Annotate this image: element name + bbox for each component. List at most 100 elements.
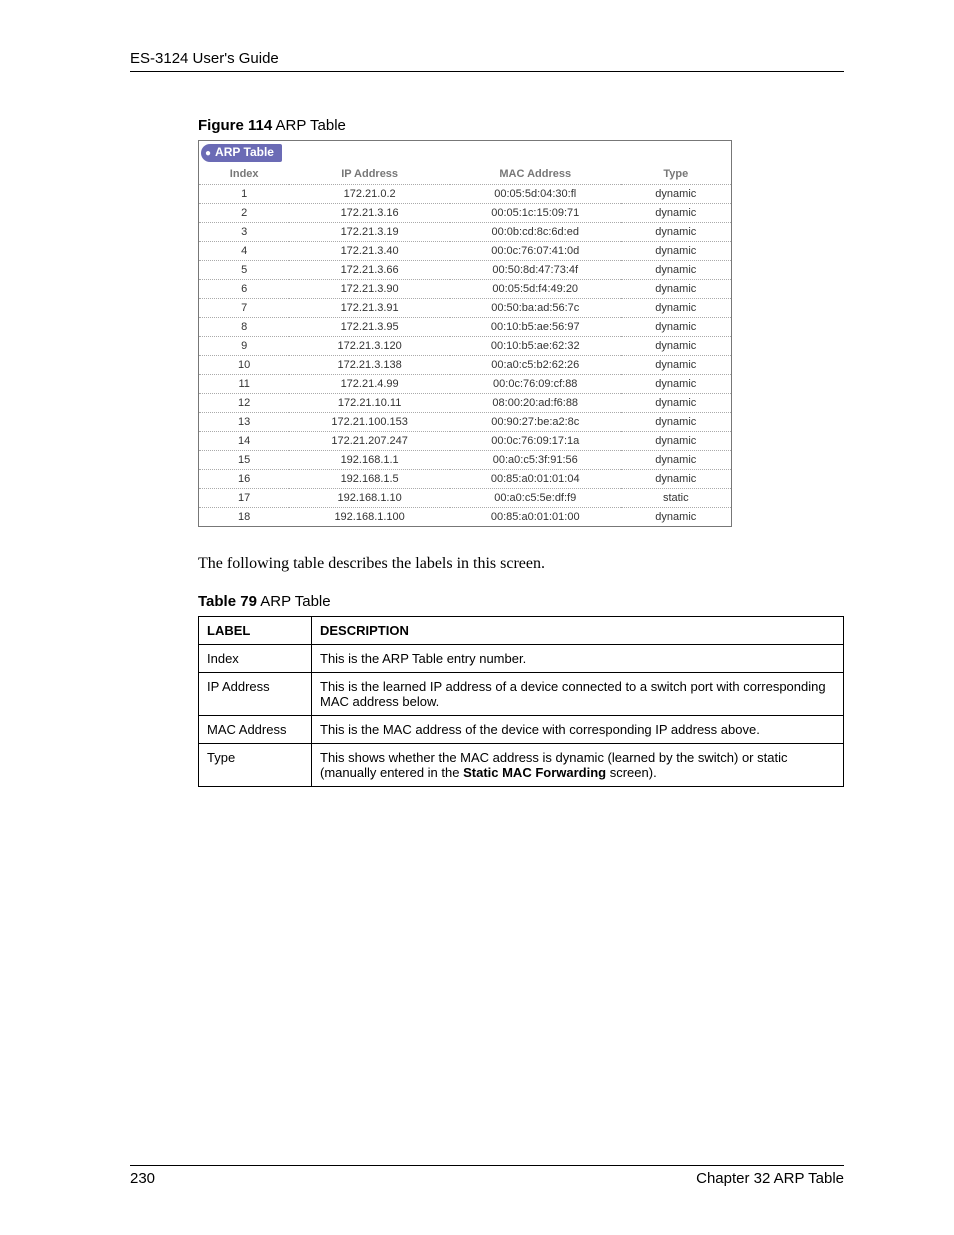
table-row: 17192.168.1.1000:a0:c5:5e:df:f9static	[199, 489, 731, 508]
page-footer: 230 Chapter 32 ARP Table	[130, 1165, 844, 1187]
cell-type: dynamic	[621, 318, 731, 337]
cell-mac: 00:a0:c5:3f:91:56	[450, 451, 621, 470]
cell-mac: 00:0c:76:07:41:0d	[450, 242, 621, 261]
cell-ip: 172.21.3.95	[289, 318, 450, 337]
cell-type: dynamic	[621, 185, 731, 204]
cell-ip: 172.21.3.90	[289, 280, 450, 299]
figure-caption: Figure 114 ARP Table	[198, 117, 844, 134]
chapter-label: Chapter 32 ARP Table	[696, 1170, 844, 1187]
cell-type: dynamic	[621, 204, 731, 223]
table-row: 16192.168.1.500:85:a0:01:01:04dynamic	[199, 470, 731, 489]
cell-mac: 00:0c:76:09:17:1a	[450, 432, 621, 451]
table-row: IndexThis is the ARP Table entry number.	[199, 645, 844, 673]
table-row: 3172.21.3.1900:0b:cd:8c:6d:eddynamic	[199, 223, 731, 242]
table-row: 10172.21.3.13800:a0:c5:b2:62:26dynamic	[199, 356, 731, 375]
cell-type: dynamic	[621, 261, 731, 280]
cell-ip: 172.21.0.2	[289, 185, 450, 204]
table-row: 13172.21.100.15300:90:27:be:a2:8cdynamic	[199, 413, 731, 432]
cell-index: 14	[199, 432, 289, 451]
cell-type: dynamic	[621, 413, 731, 432]
cell-ip: 172.21.3.16	[289, 204, 450, 223]
cell-label: Index	[199, 645, 312, 673]
page-number: 230	[130, 1170, 155, 1187]
cell-mac: 00:85:a0:01:01:00	[450, 508, 621, 527]
table-row: 4172.21.3.4000:0c:76:07:41:0ddynamic	[199, 242, 731, 261]
cell-type: dynamic	[621, 299, 731, 318]
cell-ip: 172.21.3.19	[289, 223, 450, 242]
cell-mac: 00:a0:c5:b2:62:26	[450, 356, 621, 375]
table-row: IP AddressThis is the learned IP address…	[199, 673, 844, 716]
cell-ip: 172.21.207.247	[289, 432, 450, 451]
cell-index: 7	[199, 299, 289, 318]
cell-mac: 00:05:1c:15:09:71	[450, 204, 621, 223]
cell-label: MAC Address	[199, 716, 312, 744]
col-mac: MAC Address	[450, 162, 621, 185]
cell-type: dynamic	[621, 242, 731, 261]
cell-index: 3	[199, 223, 289, 242]
cell-ip: 172.21.3.138	[289, 356, 450, 375]
arp-table-tab[interactable]: ARP Table	[201, 144, 282, 162]
cell-type: dynamic	[621, 394, 731, 413]
cell-ip: 192.168.1.1	[289, 451, 450, 470]
table-row: 2172.21.3.1600:05:1c:15:09:71dynamic	[199, 204, 731, 223]
table-row: 12172.21.10.1108:00:20:ad:f6:88dynamic	[199, 394, 731, 413]
col-ip: IP Address	[289, 162, 450, 185]
table-row: 6172.21.3.9000:05:5d:f4:49:20dynamic	[199, 280, 731, 299]
cell-mac: 00:0b:cd:8c:6d:ed	[450, 223, 621, 242]
cell-type: dynamic	[621, 508, 731, 527]
table-row: 18192.168.1.10000:85:a0:01:01:00dynamic	[199, 508, 731, 527]
table-row: 9172.21.3.12000:10:b5:ae:62:32dynamic	[199, 337, 731, 356]
cell-description: This is the MAC address of the device wi…	[312, 716, 844, 744]
cell-description: This shows whether the MAC address is dy…	[312, 744, 844, 787]
col-index: Index	[199, 162, 289, 185]
cell-index: 9	[199, 337, 289, 356]
figure-number: Figure 114	[198, 117, 272, 134]
description-table: LABEL DESCRIPTION IndexThis is the ARP T…	[198, 616, 844, 787]
cell-index: 10	[199, 356, 289, 375]
cell-type: dynamic	[621, 356, 731, 375]
cell-description: This is the learned IP address of a devi…	[312, 673, 844, 716]
cell-index: 5	[199, 261, 289, 280]
cell-ip: 172.21.3.91	[289, 299, 450, 318]
cell-mac: 00:50:ba:ad:56:7c	[450, 299, 621, 318]
page-header: ES-3124 User's Guide	[130, 50, 844, 72]
cell-mac: 00:05:5d:04:30:fl	[450, 185, 621, 204]
table-row: 8172.21.3.9500:10:b5:ae:56:97dynamic	[199, 318, 731, 337]
cell-ip: 172.21.3.120	[289, 337, 450, 356]
cell-ip: 192.168.1.100	[289, 508, 450, 527]
arp-table-panel: ARP Table Index IP Address MAC Address T…	[198, 140, 732, 527]
cell-type: dynamic	[621, 375, 731, 394]
cell-index: 15	[199, 451, 289, 470]
table-number: Table 79	[198, 593, 257, 610]
cell-index: 4	[199, 242, 289, 261]
cell-index: 16	[199, 470, 289, 489]
table-row: 5172.21.3.6600:50:8d:47:73:4fdynamic	[199, 261, 731, 280]
cell-type: dynamic	[621, 337, 731, 356]
cell-mac: 00:a0:c5:5e:df:f9	[450, 489, 621, 508]
cell-index: 12	[199, 394, 289, 413]
cell-mac: 00:85:a0:01:01:04	[450, 470, 621, 489]
col-type: Type	[621, 162, 731, 185]
cell-type: dynamic	[621, 451, 731, 470]
table-row: 11172.21.4.9900:0c:76:09:cf:88dynamic	[199, 375, 731, 394]
cell-mac: 00:0c:76:09:cf:88	[450, 375, 621, 394]
cell-mac: 00:10:b5:ae:62:32	[450, 337, 621, 356]
cell-type: static	[621, 489, 731, 508]
table-row: MAC AddressThis is the MAC address of th…	[199, 716, 844, 744]
cell-index: 13	[199, 413, 289, 432]
col-label: LABEL	[199, 617, 312, 645]
cell-ip: 172.21.3.40	[289, 242, 450, 261]
cell-type: dynamic	[621, 432, 731, 451]
cell-index: 11	[199, 375, 289, 394]
col-description: DESCRIPTION	[312, 617, 844, 645]
arp-data-table: Index IP Address MAC Address Type 1172.2…	[199, 162, 731, 526]
body-paragraph: The following table describes the labels…	[198, 555, 844, 573]
cell-ip: 172.21.10.11	[289, 394, 450, 413]
cell-type: dynamic	[621, 223, 731, 242]
table-title: ARP Table	[257, 593, 331, 610]
cell-index: 2	[199, 204, 289, 223]
cell-type: dynamic	[621, 470, 731, 489]
cell-description: This is the ARP Table entry number.	[312, 645, 844, 673]
figure-title: ARP Table	[272, 117, 346, 134]
cell-index: 6	[199, 280, 289, 299]
